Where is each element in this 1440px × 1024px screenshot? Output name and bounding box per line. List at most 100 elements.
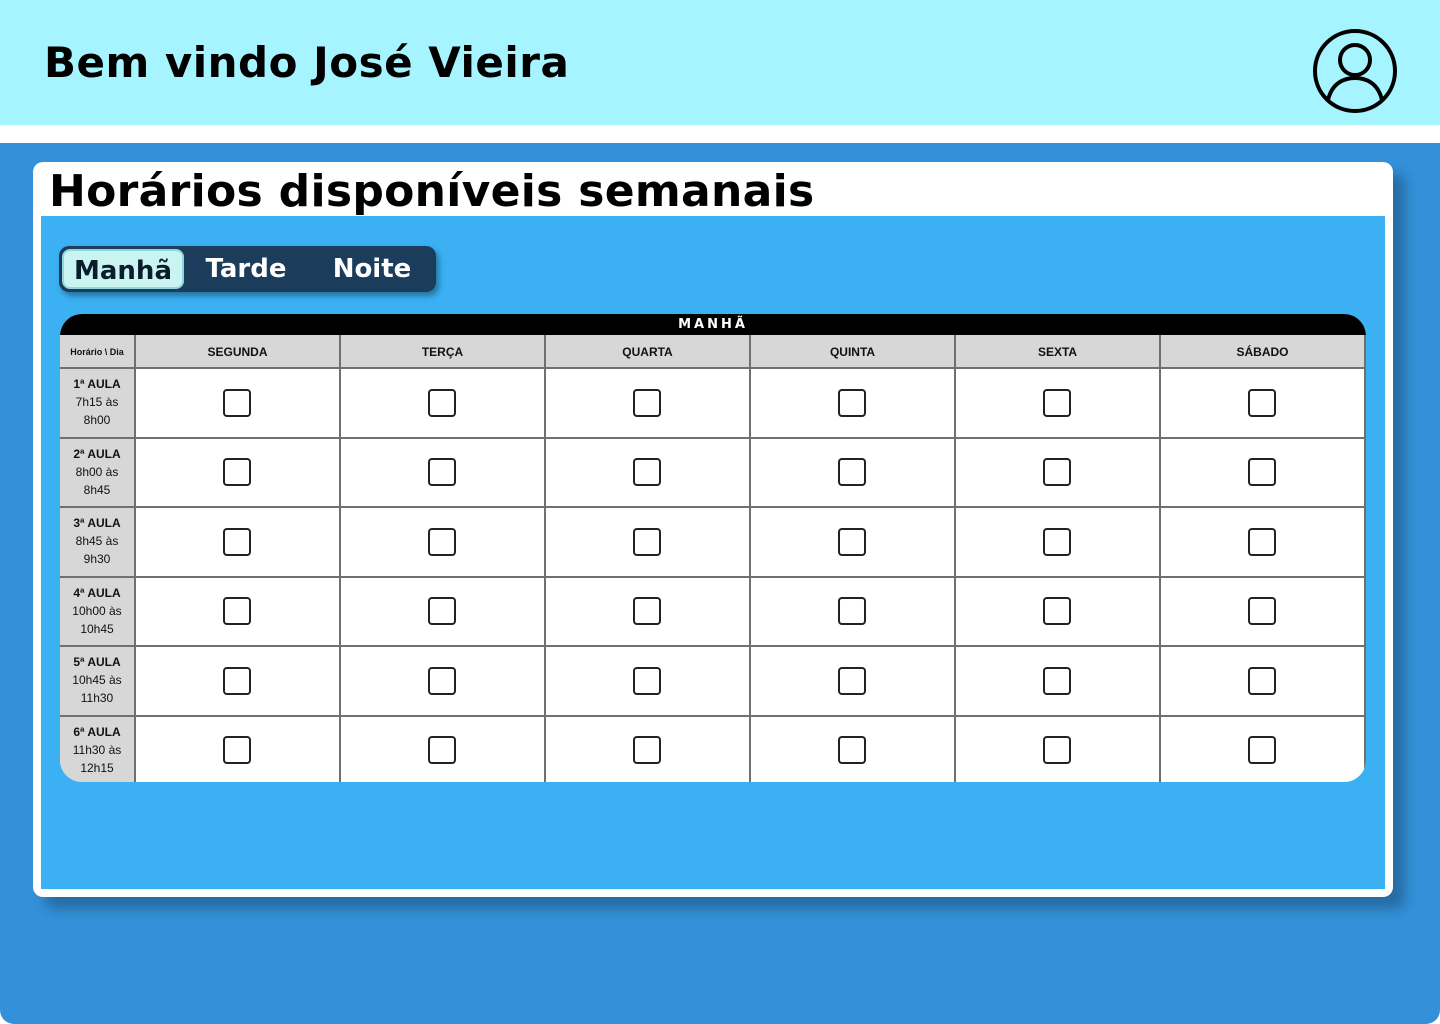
schedule-cell [1161, 577, 1366, 647]
user-profile-icon[interactable] [1312, 28, 1398, 114]
schedule-cell [1161, 716, 1366, 782]
slot-start-time: 10h45 às [72, 673, 122, 687]
schedule-cell [956, 369, 1161, 439]
schedule-cell [956, 577, 1161, 647]
period-tabs: Manhã Tarde Noite [59, 246, 436, 292]
schedule-cell [136, 438, 341, 508]
slot-end-time: 8h00 [83, 413, 111, 427]
slot-label: 4ª AULA [73, 585, 121, 600]
availability-checkbox[interactable] [427, 736, 456, 765]
schedule-panel: Manhã Tarde Noite MANHÃ Horário \ Dia SE… [41, 216, 1385, 889]
day-header-2: TERÇA [341, 335, 546, 369]
availability-checkbox[interactable] [222, 458, 251, 487]
slot-end-time: 9h30 [83, 552, 111, 566]
availability-checkbox[interactable] [632, 458, 661, 487]
schedule-cell [341, 438, 546, 508]
availability-checkbox[interactable] [632, 527, 661, 556]
schedule-cell [341, 647, 546, 717]
top-header: Bem vindo José Vieira [0, 0, 1440, 125]
availability-checkbox[interactable] [837, 666, 866, 695]
schedule-cell [546, 369, 751, 439]
availability-checkbox[interactable] [1042, 666, 1071, 695]
availability-checkbox[interactable] [632, 666, 661, 695]
schedule-cell [546, 438, 751, 508]
availability-checkbox[interactable] [1042, 527, 1071, 556]
availability-checkbox[interactable] [427, 666, 456, 695]
schedule-cell [341, 369, 546, 439]
slot-header-4: 4ª AULA 10h00 às 10h45 [60, 577, 136, 647]
schedule-cell [136, 369, 341, 439]
availability-checkbox[interactable] [1247, 458, 1276, 487]
schedule-cell [136, 508, 341, 578]
availability-checkbox[interactable] [837, 458, 866, 487]
availability-checkbox[interactable] [1042, 458, 1071, 487]
slot-label: 2ª AULA [73, 446, 121, 461]
day-header-4: QUINTA [751, 335, 956, 369]
slot-start-time: 8h45 às [75, 534, 119, 548]
slot-label: 5ª AULA [73, 655, 121, 669]
slot-end-time: 10h45 [80, 621, 114, 636]
schedule-cell [1161, 647, 1366, 717]
tab-tarde[interactable]: Tarde [191, 249, 301, 289]
slot-start-time: 7h15 às [75, 395, 119, 409]
day-header-1: SEGUNDA [136, 335, 341, 369]
availability-checkbox[interactable] [222, 666, 251, 695]
availability-checkbox[interactable] [222, 527, 251, 556]
slot-label: 6ª AULA [73, 724, 121, 739]
slot-label: 1ª AULA [73, 377, 121, 391]
availability-checkbox[interactable] [1247, 388, 1276, 417]
schedule-cell [546, 577, 751, 647]
slot-end-time: 12h15 [80, 760, 114, 775]
availability-checkbox[interactable] [837, 736, 866, 765]
schedule-cell [341, 577, 546, 647]
availability-checkbox[interactable] [837, 597, 866, 626]
tab-manha[interactable]: Manhã [62, 249, 184, 289]
availability-checkbox[interactable] [1247, 666, 1276, 695]
availability-checkbox[interactable] [1042, 736, 1071, 765]
availability-checkbox[interactable] [837, 527, 866, 556]
schedule-cell [751, 369, 956, 439]
slot-start-time: 11h30 às [72, 742, 122, 757]
schedule-cell [956, 438, 1161, 508]
slot-header-3: 3ª AULA 8h45 às 9h30 [60, 508, 136, 578]
day-header-5: SEXTA [956, 335, 1161, 369]
welcome-message: Bem vindo José Vieira [44, 38, 570, 87]
availability-checkbox[interactable] [632, 736, 661, 765]
schedule-cell [956, 716, 1161, 782]
schedule-cell [546, 716, 751, 782]
availability-checkbox[interactable] [1247, 736, 1276, 765]
availability-checkbox[interactable] [222, 736, 251, 765]
availability-checkbox[interactable] [632, 388, 661, 417]
day-header-3: QUARTA [546, 335, 751, 369]
schedule-cell [956, 647, 1161, 717]
slot-end-time: 8h45 [83, 482, 111, 497]
slot-end-time: 11h30 [80, 691, 114, 705]
availability-checkbox[interactable] [427, 458, 456, 487]
schedule-cell [341, 716, 546, 782]
corner-header: Horário \ Dia [60, 335, 136, 369]
schedule-cell [136, 716, 341, 782]
availability-checkbox[interactable] [222, 388, 251, 417]
availability-checkbox[interactable] [1042, 597, 1071, 626]
schedule-cell [751, 716, 956, 782]
slot-header-6: 6ª AULA 11h30 às 12h15 [60, 716, 136, 782]
availability-checkbox[interactable] [427, 597, 456, 626]
schedule-cell [341, 508, 546, 578]
slot-start-time: 10h00 às [72, 603, 122, 618]
schedule-cell [1161, 438, 1366, 508]
schedule-cell [1161, 369, 1366, 439]
availability-checkbox[interactable] [1042, 388, 1071, 417]
schedule-cell [546, 647, 751, 717]
availability-checkbox[interactable] [1247, 597, 1276, 626]
availability-checkbox[interactable] [1247, 527, 1276, 556]
schedule-cell [751, 438, 956, 508]
schedule-cell [751, 647, 956, 717]
tab-noite[interactable]: Noite [317, 249, 427, 289]
availability-checkbox[interactable] [427, 388, 456, 417]
availability-checkbox[interactable] [837, 388, 866, 417]
availability-checkbox[interactable] [427, 527, 456, 556]
availability-checkbox[interactable] [632, 597, 661, 626]
slot-header-1: 1ª AULA 7h15 às 8h00 [60, 369, 136, 439]
slot-header-2: 2ª AULA 8h00 às 8h45 [60, 438, 136, 508]
availability-checkbox[interactable] [222, 597, 251, 626]
